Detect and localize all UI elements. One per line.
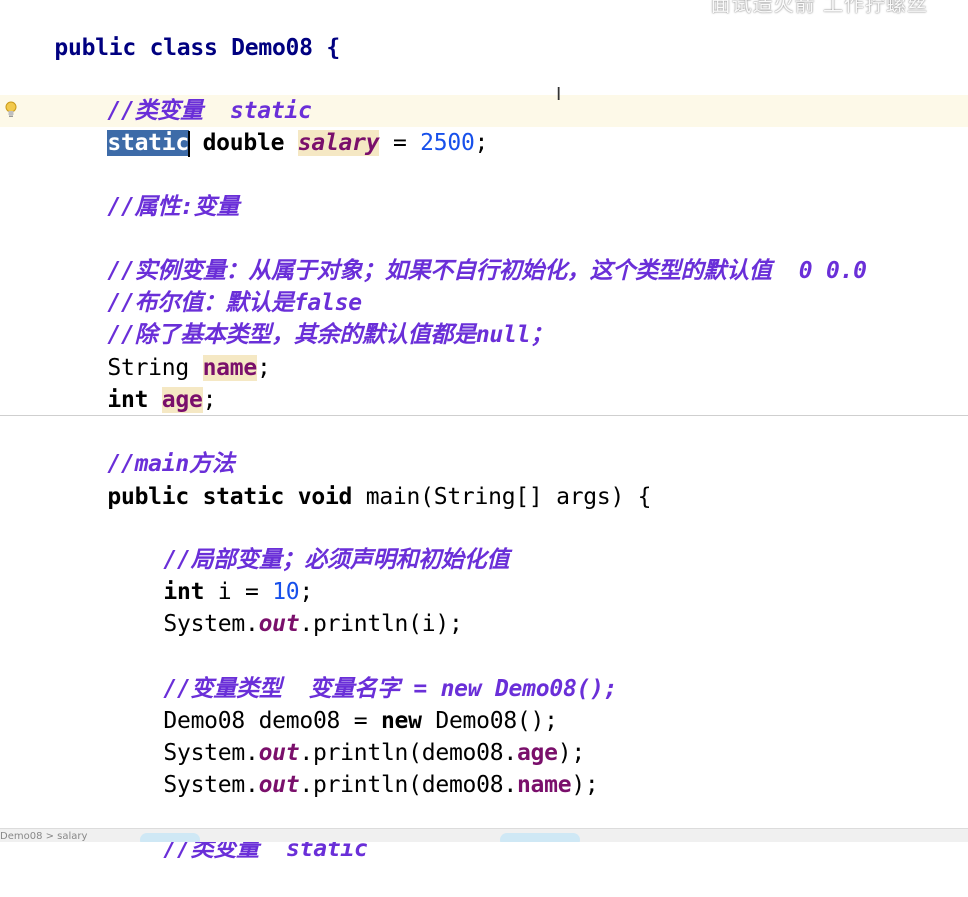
comment: //属性:变量 [107, 194, 240, 220]
code-line-comment-null: //除了基本类型，其余的默认值都是null； [53, 287, 553, 348]
code-line-int-i: int i = 10; [163, 579, 313, 605]
static-field-salary: salary [297, 130, 380, 156]
mouse-ibeam-cursor-icon: I [556, 84, 562, 105]
breadcrumb-status-bar[interactable]: Demo08 > salary [0, 828, 968, 842]
field-age: age [161, 387, 203, 413]
code-line-comment-vartype: //变量类型 变量名字 = new Demo08(); [109, 641, 617, 702]
code-line-comment-bool: //布尔值：默认是false [53, 255, 362, 316]
code-line-class-decl: public class Demo08 { [0, 0, 340, 61]
video-overlay-caption: 面试造火箭 工作拧螺丝 [710, 0, 928, 16]
code-line-salary: static double salary = 2500; [107, 130, 489, 157]
class-declaration: public class Demo08 { [54, 35, 340, 61]
intention-bulb-icon[interactable] [4, 101, 18, 119]
code-line-new-demo: Demo08 demo08 = new Demo08(); [163, 708, 558, 734]
code-line-comment-classvar: //类变量 static [53, 63, 311, 124]
code-line-comment-main: //main方法 [53, 416, 234, 477]
code-line-comment-instance: //实例变量：从属于对象；如果不自行初始化，这个类型的默认值 0 0.0 [53, 223, 867, 284]
code-line-name: String name; [107, 355, 271, 381]
code-editor[interactable]: I 面试造火箭 工作拧螺丝 public class Demo08 { //类变… [0, 0, 968, 862]
code-line-comment-attr: //属性:变量 [53, 159, 239, 220]
number-literal: 2500 [420, 130, 475, 156]
code-line-main-decl: public static void main(String[] args) { [107, 484, 652, 510]
code-line-age: int age; [107, 387, 217, 413]
breadcrumb[interactable]: Demo08 > salary [0, 831, 87, 842]
code-line-print-age: System.out.println(demo08.age); [163, 740, 585, 766]
code-line-comment-local: //局部变量；必须声明和初始化值 [109, 512, 509, 573]
code-line-print-i: System.out.println(i); [163, 611, 463, 637]
code-line-print-name: System.out.println(demo08.name); [163, 772, 599, 798]
selected-keyword: static [107, 130, 189, 156]
